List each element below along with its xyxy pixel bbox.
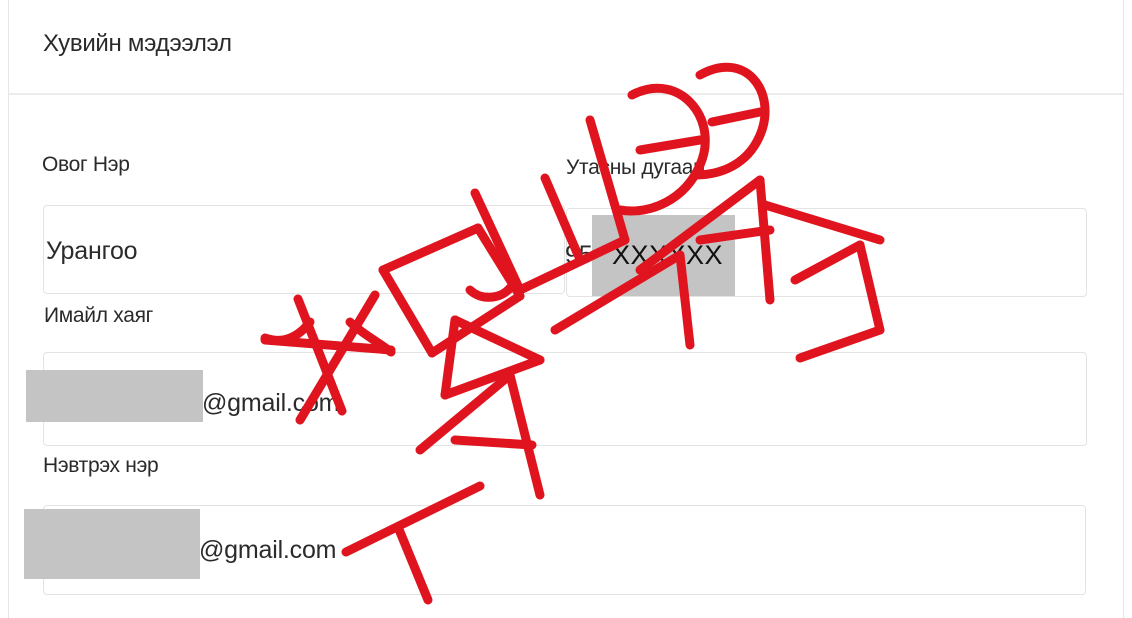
phone-prefix: 95 [565, 241, 593, 269]
username-label: Нэвтрэх нэр [43, 454, 159, 477]
email-label: Имайл хаяг [44, 304, 154, 327]
section-title: Хувийн мэдээлэл [43, 30, 232, 57]
username-redaction [24, 509, 200, 579]
name-field[interactable]: Урангоо [43, 205, 565, 294]
card-header: Хувийн мэдээлэл [9, 0, 1123, 95]
name-label: Овог Нэр [42, 153, 130, 176]
email-domain: @gmail.com [202, 389, 340, 417]
name-value: Урангоо [46, 237, 138, 265]
email-redaction [26, 370, 203, 422]
phone-masked-value: XXXXXX [612, 240, 724, 270]
personal-info-page: Хувийн мэдээлэл Овог Нэр Урангоо Утасны … [0, 0, 1132, 618]
phone-label: Утасны дугаар [566, 156, 705, 179]
username-domain: @gmail.com [199, 536, 337, 564]
